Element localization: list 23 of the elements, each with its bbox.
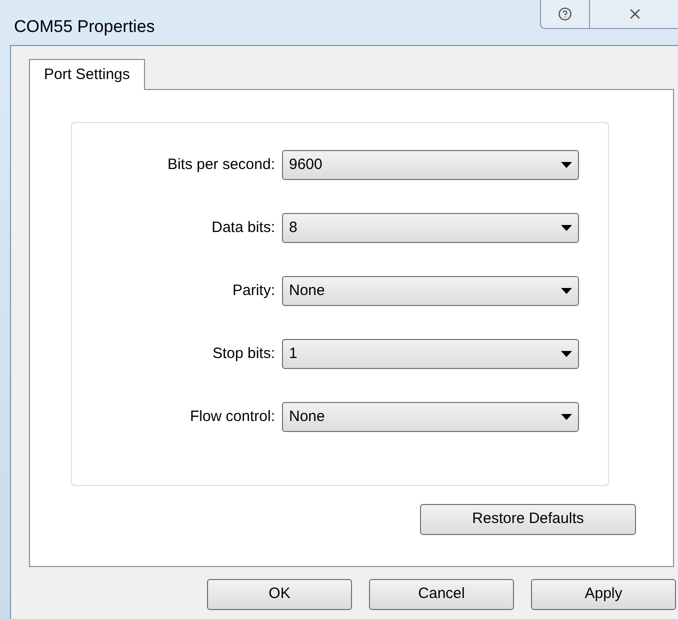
setting-label: Bits per second: <box>166 154 276 175</box>
dropdown[interactable]: 8 <box>282 213 579 243</box>
help-icon <box>558 7 572 21</box>
setting-label: Data bits: <box>210 218 276 238</box>
caret-icon <box>561 225 572 231</box>
setting-label: Parity: <box>231 280 276 301</box>
tab[interactable]: Port Settings <box>29 59 145 90</box>
dialog-button[interactable]: Apply <box>531 579 676 610</box>
window-title: COM55 Properties <box>14 16 155 38</box>
caret-icon <box>561 351 572 357</box>
setting-label: Flow control: <box>188 406 276 427</box>
dropdown[interactable]: None <box>282 402 579 432</box>
dropdown[interactable]: 9600 <box>282 150 579 180</box>
restore-defaults-button[interactable]: Restore Defaults <box>420 504 636 535</box>
dialog-button[interactable]: Cancel <box>369 579 514 610</box>
caret-icon <box>561 288 572 294</box>
dropdown[interactable]: 1 <box>282 339 579 369</box>
caret-icon <box>561 414 572 420</box>
dropdown[interactable]: None <box>282 276 579 306</box>
help-button[interactable] <box>540 0 590 29</box>
setting-label: Stop bits: <box>211 344 276 364</box>
caret-icon <box>561 162 572 168</box>
dialog-button[interactable]: OK <box>207 579 352 610</box>
